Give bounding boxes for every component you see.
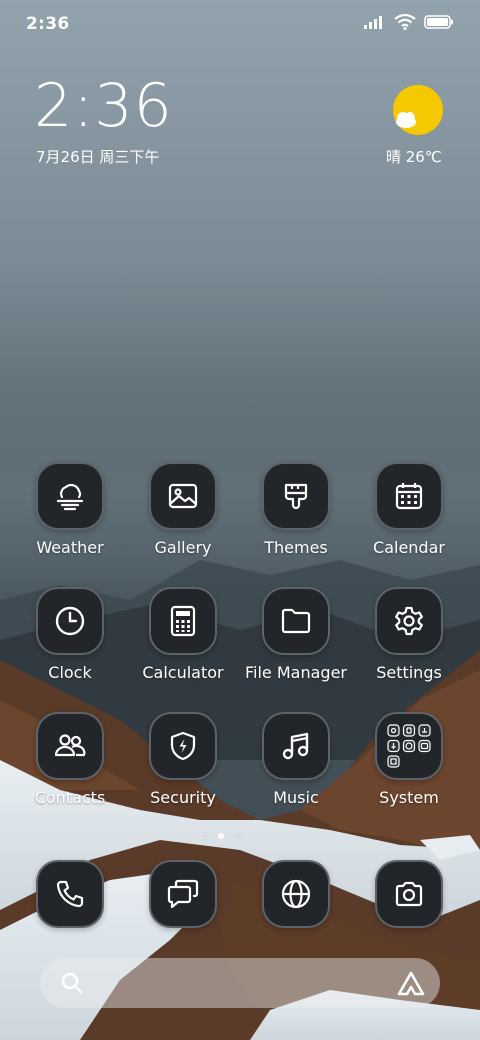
page-dot xyxy=(236,833,242,839)
app-music[interactable]: Music xyxy=(246,712,346,812)
assistant-button[interactable] xyxy=(396,970,426,1002)
status-icons xyxy=(364,14,454,30)
contacts-icon xyxy=(54,734,86,757)
weather-condition-temp: 晴 26℃ xyxy=(386,148,442,166)
weather-icon xyxy=(56,484,84,511)
page-dot-active xyxy=(218,833,224,839)
app-folder-system[interactable]: System xyxy=(359,712,459,812)
shield-icon xyxy=(170,731,196,761)
clock-widget-date: 7月26日 周三下午 xyxy=(36,148,160,166)
assistant-icon xyxy=(397,971,425,996)
search-icon xyxy=(61,972,83,994)
home-list-icon xyxy=(202,832,208,840)
app-calculator[interactable]: Calculator xyxy=(133,587,233,687)
app-label: Gallery xyxy=(154,538,212,557)
app-label: System xyxy=(379,788,439,807)
signal-icon xyxy=(364,16,382,29)
clock-icon xyxy=(55,606,85,636)
status-bar: 2:36 xyxy=(0,0,480,50)
app-label: File Manager xyxy=(245,663,347,682)
app-label: Music xyxy=(273,788,319,807)
app-security[interactable]: Security xyxy=(133,712,233,812)
phone-icon xyxy=(56,880,84,908)
page-indicator[interactable] xyxy=(200,830,280,842)
app-clock[interactable]: Clock xyxy=(20,587,120,687)
dock-phone[interactable] xyxy=(20,860,120,960)
app-themes[interactable]: Themes xyxy=(246,462,346,562)
dock-messages[interactable] xyxy=(133,860,233,960)
sunny-icon[interactable] xyxy=(392,84,444,136)
app-label: Weather xyxy=(36,538,104,557)
search-bar[interactable] xyxy=(40,958,440,1008)
app-file-manager[interactable]: File Manager xyxy=(245,587,347,687)
app-weather[interactable]: Weather xyxy=(20,462,120,562)
app-label: Calendar xyxy=(373,538,445,557)
app-label: Contacts xyxy=(34,788,106,807)
calendar-icon xyxy=(395,483,423,510)
app-contacts[interactable]: Contacts xyxy=(20,712,120,812)
dock-camera[interactable] xyxy=(359,860,459,960)
app-label: Themes xyxy=(264,538,328,557)
browser-icon xyxy=(281,879,311,909)
wifi-icon xyxy=(394,14,416,30)
gear-icon xyxy=(395,606,423,636)
clock-widget-time[interactable]: 2:36 xyxy=(34,76,173,136)
app-settings[interactable]: Settings xyxy=(359,587,459,687)
calculator-icon xyxy=(170,605,196,637)
app-gallery[interactable]: Gallery xyxy=(133,462,233,562)
camera-icon xyxy=(395,881,423,907)
search-icon-wrap xyxy=(60,971,84,999)
app-label: Clock xyxy=(48,663,92,682)
gallery-icon xyxy=(168,483,198,509)
app-label: Security xyxy=(150,788,216,807)
dock-browser[interactable] xyxy=(246,860,346,960)
folder-icon xyxy=(281,608,311,634)
app-label: Calculator xyxy=(142,663,224,682)
app-label: Settings xyxy=(376,663,442,682)
app-calendar[interactable]: Calendar xyxy=(359,462,459,562)
status-time: 2:36 xyxy=(26,14,70,34)
system-folder-icon xyxy=(387,724,431,768)
messages-icon xyxy=(167,879,199,909)
themes-icon xyxy=(284,483,308,510)
battery-icon xyxy=(424,15,453,29)
music-icon xyxy=(282,732,309,760)
